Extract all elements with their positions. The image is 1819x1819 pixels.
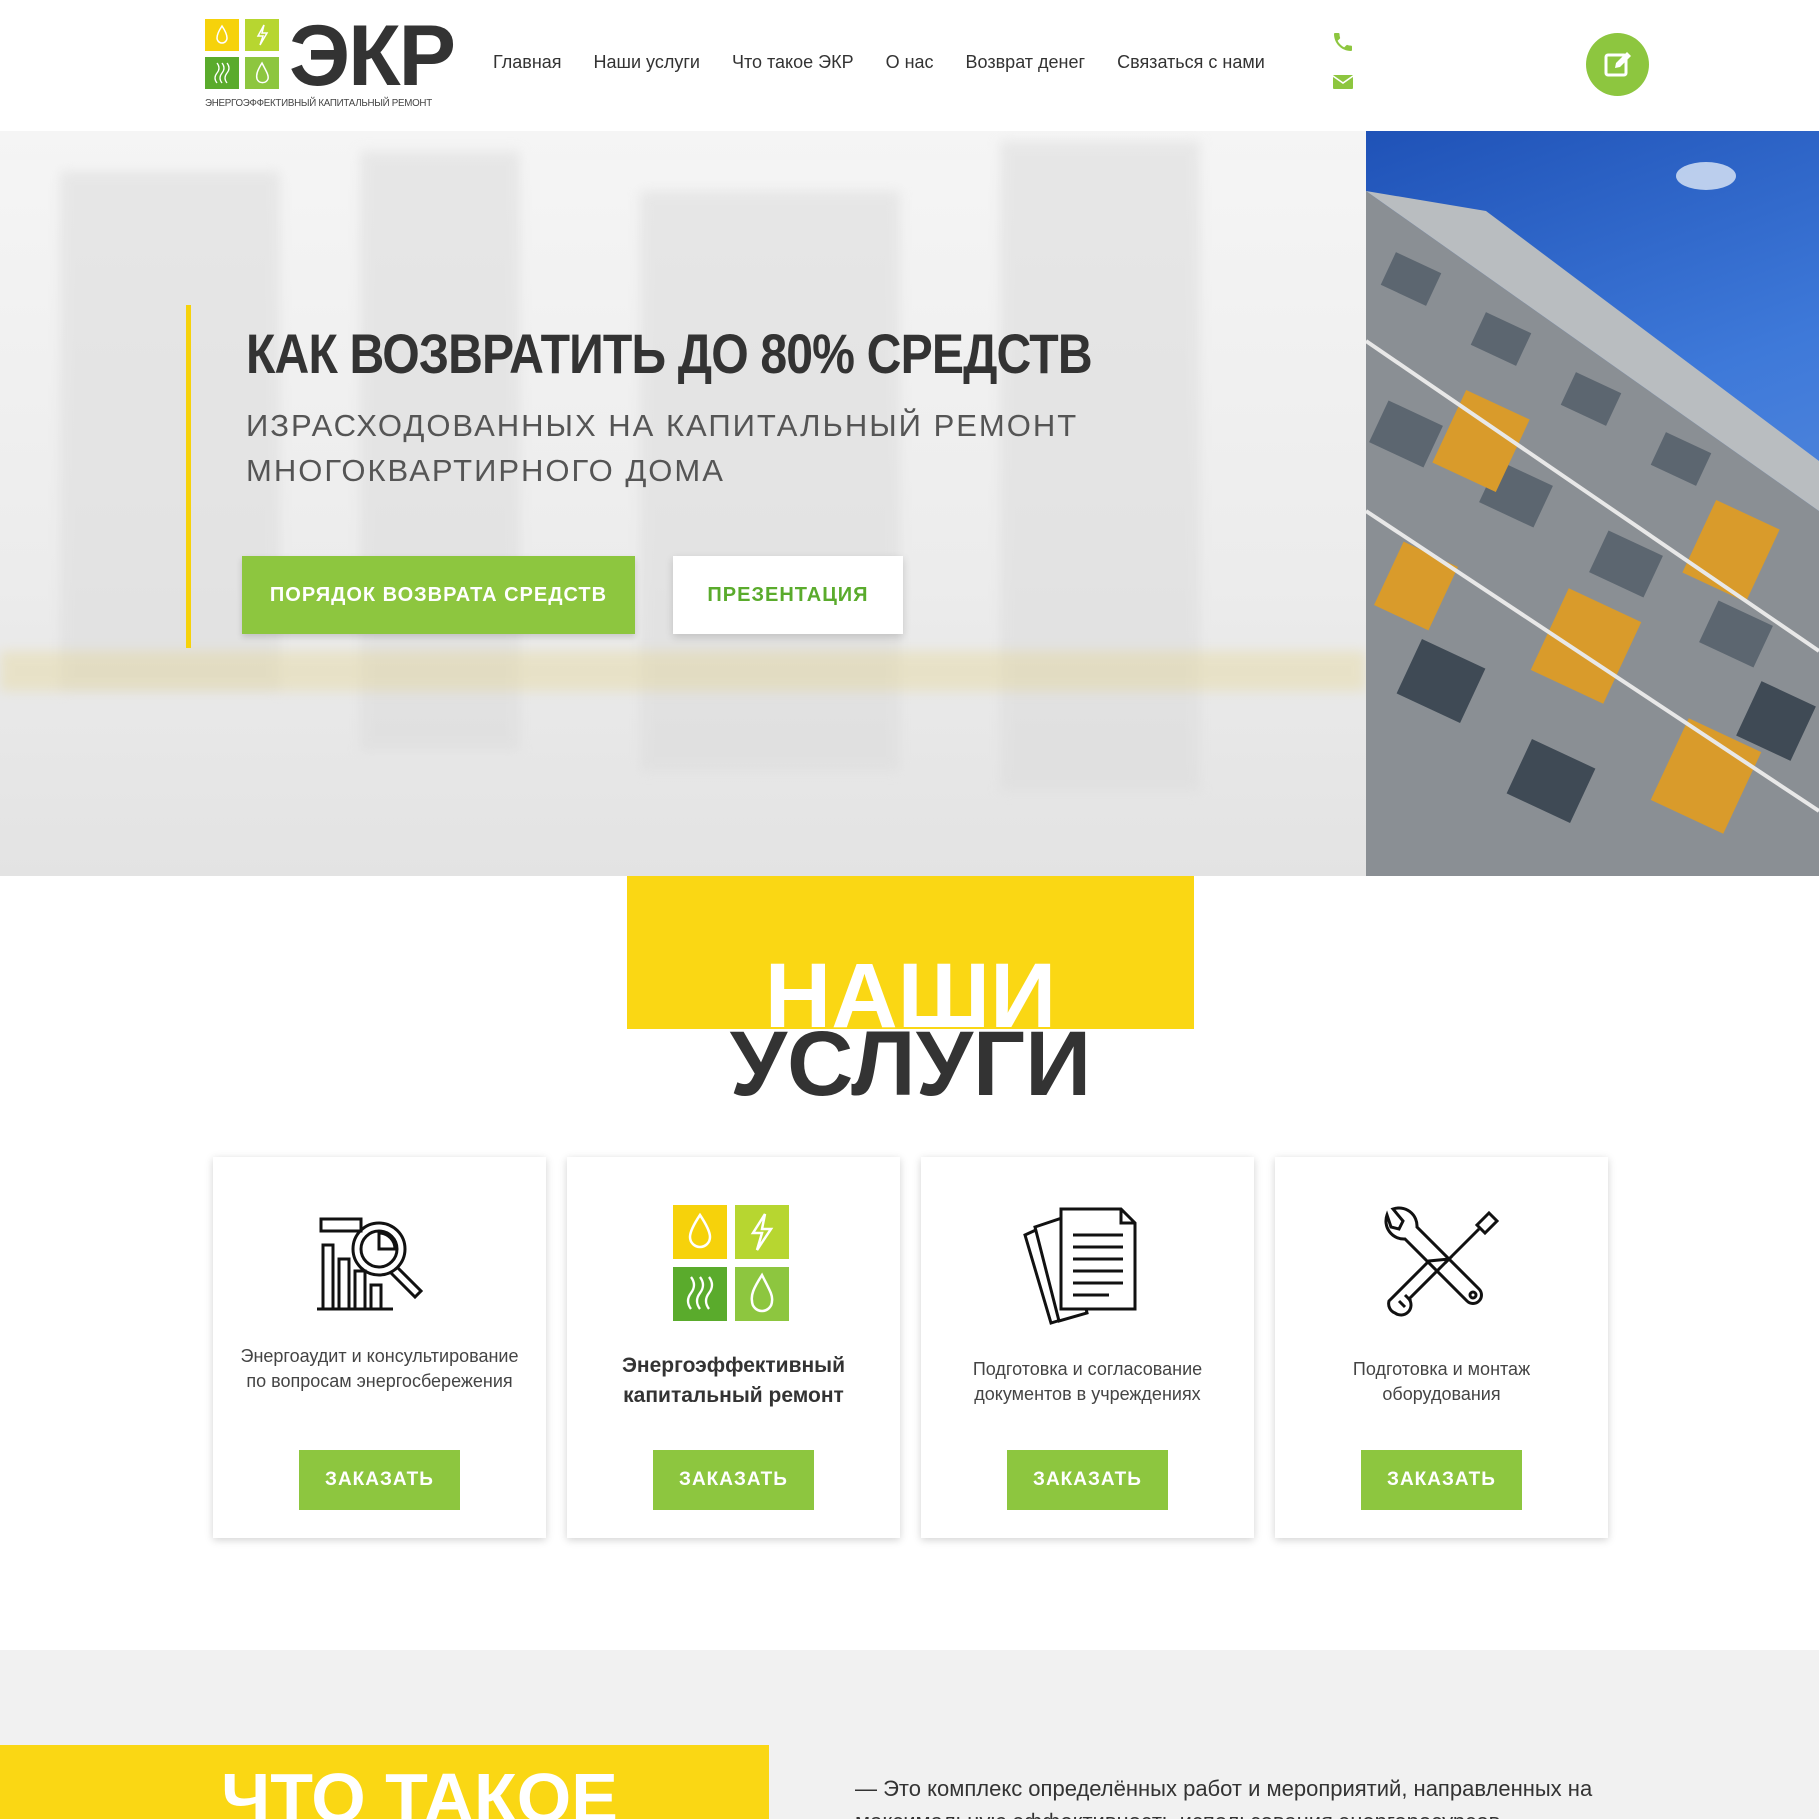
main-nav: Главная Наши услуги Что такое ЭКР О нас … — [493, 52, 1297, 73]
energy-audit-icon — [313, 1205, 446, 1327]
hero-accent-bar — [186, 305, 191, 648]
nav-item-refund[interactable]: Возврат денег — [966, 52, 1086, 73]
order-button-ekr[interactable]: ЗАКАЗАТЬ — [653, 1450, 814, 1510]
order-button-documents[interactable]: ЗАКАЗАТЬ — [1007, 1450, 1168, 1510]
nav-item-what-is-ekr[interactable]: Что такое ЭКР — [732, 52, 854, 73]
logo-subtitle: Энергоэффективный капитальный ремонт — [205, 97, 432, 109]
refund-procedure-button[interactable]: ПОРЯДОК ВОЗВРАТА СРЕДСТВ — [242, 556, 635, 634]
services-cards: Энергоаудит и консультирование по вопрос… — [213, 1157, 1629, 1538]
nav-item-about[interactable]: О нас — [886, 52, 934, 73]
about-text: — Это комплекс определённых работ и меро… — [855, 1776, 1593, 1819]
hero-section: КАК ВОЗВРАТИТЬ ДО 80% СРЕДСТВ ИЗРАСХОДОВ… — [0, 131, 1819, 876]
service-text-energy-audit: Энергоаудит и консультирование по вопрос… — [240, 1346, 519, 1391]
tools-icon — [1375, 1205, 1508, 1327]
service-card-equipment: Подготовка и монтаж оборудования ЗАКАЗАТ… — [1275, 1157, 1608, 1538]
ekr-logo-icon — [667, 1205, 800, 1327]
documents-icon — [1021, 1205, 1154, 1327]
service-card-documents: Подготовка и согласование документов в у… — [921, 1157, 1254, 1538]
presentation-button[interactable]: ПРЕЗЕНТАЦИЯ — [673, 556, 903, 634]
order-button-energy-audit[interactable]: ЗАКАЗАТЬ — [299, 1450, 460, 1510]
envelope-icon[interactable] — [1331, 70, 1355, 94]
hero-subtitle: ИЗРАСХОДОВАННЫХ НА КАПИТАЛЬНЫЙ РЕМОНТ МН… — [246, 403, 1078, 493]
phone-icon[interactable] — [1331, 30, 1355, 54]
hero-subtitle-line2: МНОГОКВАРТИРНОГО ДОМА — [246, 453, 725, 488]
contact-block — [1331, 30, 1361, 110]
logo-grid-icon — [205, 19, 279, 91]
site-logo[interactable]: ЭКР Энергоэффективный капитальный ремонт — [205, 13, 456, 115]
edit-request-button[interactable] — [1586, 33, 1649, 96]
nav-item-services[interactable]: Наши услуги — [594, 52, 700, 73]
service-text-ekr: Энергоэффективный капитальный ремонт — [621, 1354, 846, 1407]
about-section: ЧТО ТАКОЕ — Это комплекс определённых ра… — [0, 1650, 1819, 1819]
about-title: ЧТО ТАКОЕ — [221, 1759, 618, 1819]
service-card-energy-audit: Энергоаудит и консультирование по вопрос… — [213, 1157, 546, 1538]
service-card-ekr: Энергоэффективный капитальный ремонт ЗАК… — [567, 1157, 900, 1538]
logo-text: ЭКР — [289, 8, 456, 104]
hero-title: КАК ВОЗВРАТИТЬ ДО 80% СРЕДСТВ — [246, 322, 1093, 385]
hero-subtitle-line1: ИЗРАСХОДОВАННЫХ НА КАПИТАЛЬНЫЙ РЕМОНТ — [246, 408, 1079, 443]
nav-item-contact[interactable]: Связаться с нами — [1117, 52, 1265, 73]
services-title-line2: УСЛУГИ — [729, 1013, 1092, 1115]
building-photo — [1366, 131, 1819, 876]
edit-icon — [1604, 51, 1631, 76]
hero-background — [0, 131, 1366, 876]
order-button-equipment[interactable]: ЗАКАЗАТЬ — [1361, 1450, 1522, 1510]
site-header: ЭКР Энергоэффективный капитальный ремонт… — [0, 0, 1819, 131]
service-text-documents: Подготовка и согласование документов в у… — [972, 1359, 1203, 1404]
nav-item-home[interactable]: Главная — [493, 52, 562, 73]
service-text-equipment: Подготовка и монтаж оборудования — [1352, 1359, 1531, 1404]
